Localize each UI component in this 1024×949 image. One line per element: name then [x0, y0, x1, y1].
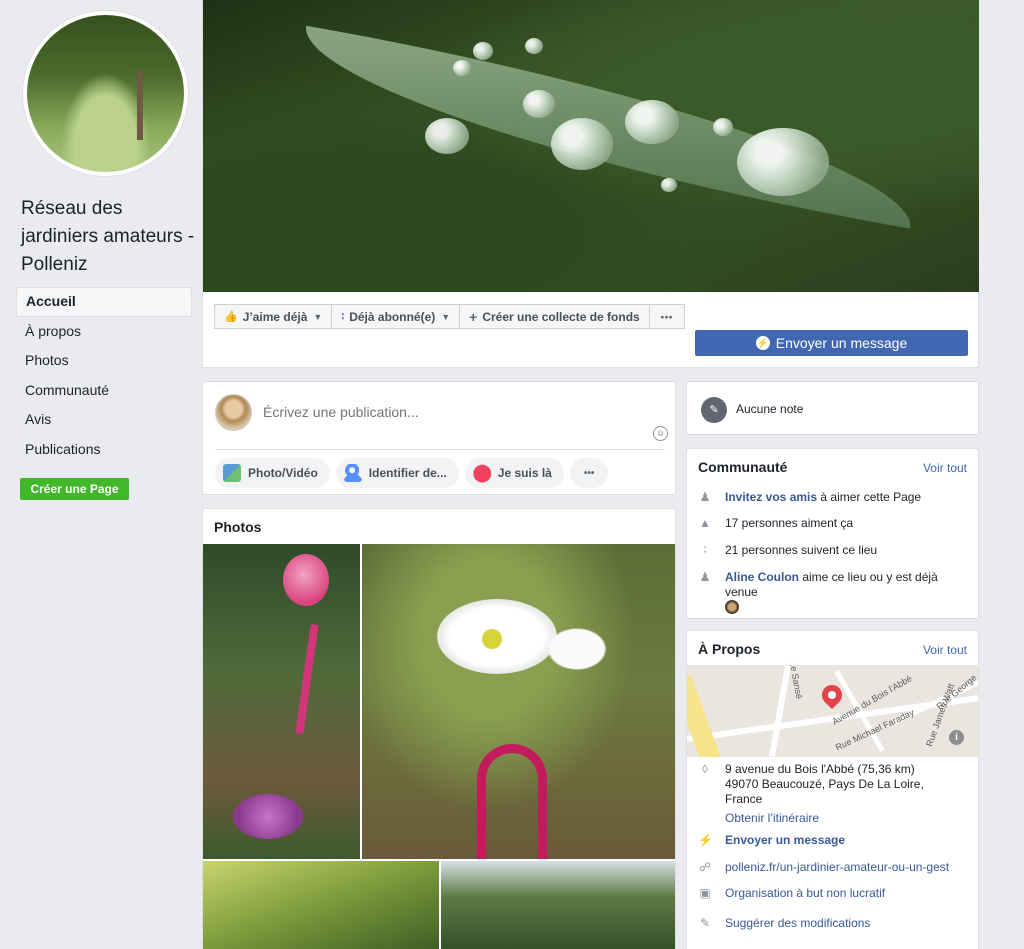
page-action-bar: 👍 J’aime déjà ▼ ∶ Déjà abonné(e) ▼ + Cré…: [214, 304, 686, 329]
notes-text: Aucune note: [736, 402, 804, 416]
like-button[interactable]: 👍 J’aime déjà ▼: [214, 304, 333, 329]
invite-friends-row: ♟ Invitez vos amis à aimer cette Page: [698, 490, 968, 505]
pencil-icon: ✎: [699, 916, 711, 930]
invite-friends-link[interactable]: Invitez vos amis: [725, 490, 817, 504]
website-link[interactable]: polleniz.fr/un-jardinier-amateur-ou-un-g…: [725, 860, 949, 875]
caret-down-icon: ▼: [441, 311, 451, 322]
location-pin-icon: ⬤: [472, 463, 492, 482]
follow-label: Déjà abonné(e): [349, 309, 436, 324]
user-avatar: [215, 394, 252, 431]
tag-people-icon: [343, 464, 362, 482]
messenger-icon: ⚡: [755, 336, 770, 350]
more-options-button[interactable]: •••: [648, 304, 686, 329]
more-icon: •••: [583, 467, 595, 479]
photos-title: Photos: [214, 519, 262, 535]
photo-garden-path[interactable]: [441, 861, 675, 949]
friend-avatar[interactable]: [725, 600, 739, 614]
thumbs-up-icon: 👍: [224, 311, 238, 323]
address-row: ◊ 9 avenue du Bois l'Abbé (75,36 km) 490…: [698, 762, 968, 826]
photo-pink-rose[interactable]: [203, 544, 360, 859]
address-block: 9 avenue du Bois l'Abbé (75,36 km) 49070…: [725, 762, 924, 826]
caret-down-icon: ▼: [313, 311, 323, 322]
follows-row: ∶ 21 personnes suivent ce lieu: [698, 543, 968, 558]
page-profile-picture[interactable]: [22, 10, 189, 177]
rss-icon: ∶: [341, 311, 345, 323]
send-message-button[interactable]: ⚡ Envoyer un message: [695, 330, 968, 356]
address-line: France: [725, 792, 763, 806]
location-map[interactable]: Avenue du Bois l'Abbé Rue Michael Farada…: [687, 665, 978, 757]
divider: [215, 449, 665, 450]
invite-rest-text: à aimer cette Page: [817, 490, 922, 504]
tag-people-label: Identifier de...: [368, 466, 447, 480]
more-icon: •••: [660, 311, 674, 322]
notes-card: ✎ Aucune note: [686, 381, 979, 435]
nav-item-photos[interactable]: Photos: [16, 346, 192, 376]
page-title: Réseau des jardiniers amateurs - Polleni…: [21, 198, 195, 275]
page-side-nav: Accueil À propos Photos Communauté Avis …: [16, 287, 192, 465]
message-row: ⚡ Envoyer un message: [698, 833, 968, 848]
photo-video-button[interactable]: Photo/Vidéo: [215, 458, 330, 488]
photo-icon: [223, 464, 241, 482]
create-fundraiser-button[interactable]: + Créer une collecte de fonds: [459, 304, 650, 329]
category-link[interactable]: Organisation à but non lucratif: [725, 886, 885, 901]
flag-icon: ▣: [699, 886, 711, 900]
category-row: ▣ Organisation à but non lucratif: [698, 886, 968, 901]
fundraiser-label: Créer une collecte de fonds: [482, 309, 640, 324]
post-composer: ☺ Photo/Vidéo Identifier de... ⬤ Je suis…: [202, 381, 676, 495]
create-page-button[interactable]: Créer une Page: [20, 478, 129, 500]
community-card: Communauté Voir tout ♟ Invitez vos amis …: [686, 448, 979, 619]
thumbs-up-icon: ▲: [699, 516, 711, 530]
profile-photo-garden: [27, 15, 184, 172]
address-line: 9 avenue du Bois l'Abbé (75,36 km): [725, 762, 915, 776]
community-see-all-link[interactable]: Voir tout: [923, 461, 967, 475]
get-directions-link[interactable]: Obtenir l’itinéraire: [725, 811, 819, 826]
follows-count: 21 personnes suivent ce lieu: [725, 543, 878, 557]
suggest-edits-link[interactable]: Suggérer des modifications: [725, 916, 870, 931]
suggest-edits-row: ✎ Suggérer des modifications: [698, 916, 968, 931]
friend-activity-row: ♟ Aline Coulon aime ce lieu ou y est déj…: [698, 570, 968, 600]
nav-item-communaute[interactable]: Communauté: [16, 376, 192, 406]
map-street-label: Le Sansé: [787, 665, 805, 700]
people-icon: ♟: [699, 570, 711, 584]
emoji-icon[interactable]: ☺: [653, 426, 668, 441]
map-street-label: Rue George: [934, 672, 978, 712]
nav-item-accueil[interactable]: Accueil: [16, 287, 192, 317]
review-bubble-icon: ✎: [701, 397, 727, 423]
people-icon: ♟: [699, 490, 711, 504]
like-label: J’aime déjà: [242, 309, 308, 324]
likes-count: 17 personnes aiment ça: [725, 516, 854, 530]
photo-white-anemone[interactable]: [362, 544, 675, 859]
photos-card: Photos: [202, 508, 676, 949]
send-message-link[interactable]: Envoyer un message: [725, 833, 845, 848]
community-title: Communauté: [698, 459, 788, 475]
globe-icon: ☍: [698, 860, 712, 874]
info-icon[interactable]: i: [949, 730, 964, 745]
about-title: À Propos: [698, 641, 761, 657]
more-composer-options-button[interactable]: •••: [569, 458, 609, 488]
nav-item-avis[interactable]: Avis: [16, 405, 192, 435]
likes-row: ▲ 17 personnes aiment ça: [698, 516, 968, 531]
directions-icon: ◊: [702, 762, 708, 776]
about-see-all-link[interactable]: Voir tout: [923, 643, 967, 657]
photo-video-label: Photo/Vidéo: [248, 466, 318, 480]
messenger-icon: ⚡: [698, 833, 713, 847]
cover-photo[interactable]: [203, 0, 979, 292]
about-card: À Propos Voir tout Avenue du Bois l'Abbé…: [686, 630, 979, 949]
check-in-label: Je suis là: [497, 466, 552, 480]
plus-icon: +: [469, 308, 478, 325]
send-message-label: Envoyer un message: [775, 335, 908, 351]
rss-icon: ∶: [703, 543, 707, 557]
tag-people-button[interactable]: Identifier de...: [335, 458, 459, 488]
address-line: 49070 Beaucouzé, Pays De La Loire,: [725, 777, 924, 791]
website-row: ☍ polleniz.fr/un-jardinier-amateur-ou-un…: [698, 860, 968, 875]
photo-green-leaves[interactable]: [203, 861, 439, 949]
cover-card: 👍 J’aime déjà ▼ ∶ Déjà abonné(e) ▼ + Cré…: [202, 0, 979, 368]
check-in-button[interactable]: ⬤ Je suis là: [464, 458, 564, 488]
composer-input[interactable]: [263, 404, 623, 420]
nav-item-publications[interactable]: Publications: [16, 435, 192, 465]
friend-name-link[interactable]: Aline Coulon: [725, 570, 799, 584]
follow-button[interactable]: ∶ Déjà abonné(e) ▼: [331, 304, 461, 329]
nav-item-a-propos[interactable]: À propos: [16, 317, 192, 347]
